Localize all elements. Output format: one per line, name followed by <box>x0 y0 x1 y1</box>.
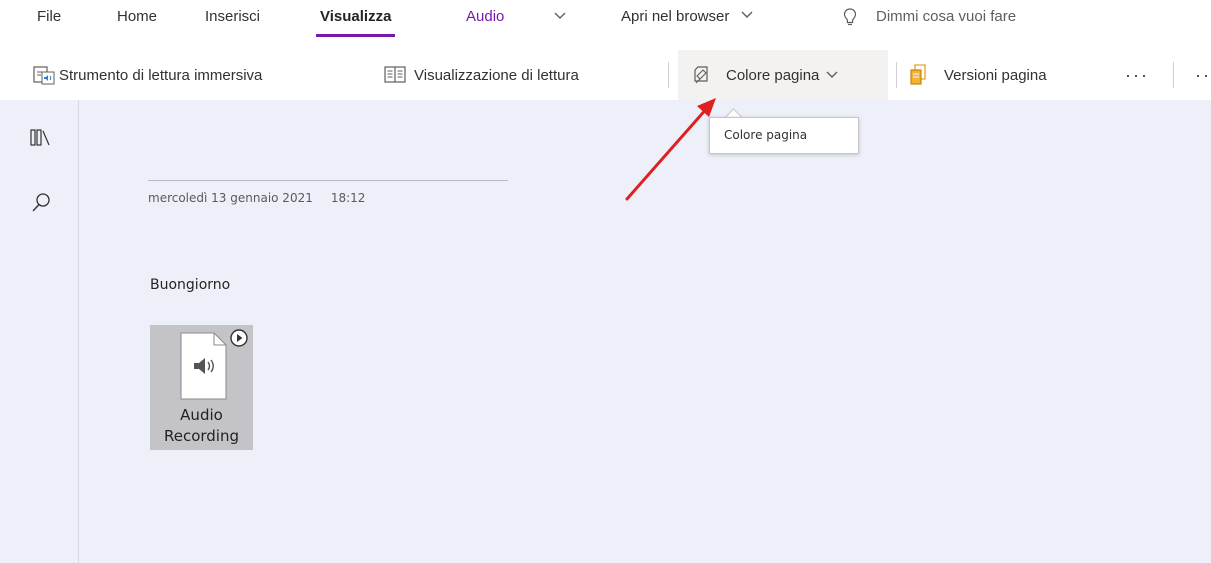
more-commands-button[interactable]: ··· <box>1195 50 1211 100</box>
ribbon-tabs: File Home Inserisci Visualizza Audio Apr… <box>0 0 1211 44</box>
page-color-icon <box>694 66 708 84</box>
audio-recording-label: Audio Recording <box>150 405 253 447</box>
immersive-reader-icon <box>33 66 55 85</box>
immersive-reader-label: Strumento di lettura immersiva <box>59 66 263 84</box>
search-icon[interactable] <box>30 192 52 214</box>
page-color-tooltip: Colore pagina <box>709 117 859 154</box>
title-underline <box>148 180 508 181</box>
chevron-down-icon <box>826 71 838 78</box>
audio-label-line-2: Recording <box>163 427 240 445</box>
immersive-reader-button[interactable]: Strumento di lettura immersiva <box>33 50 262 100</box>
audio-file-icon <box>180 332 227 400</box>
more-options-button[interactable]: ··· <box>1125 50 1149 100</box>
open-in-browser-label: Apri nel browser <box>621 8 730 25</box>
chevron-down-icon <box>741 11 753 18</box>
play-icon[interactable] <box>229 328 249 348</box>
tab-insert[interactable]: Inserisci <box>205 8 260 25</box>
audio-label-line-1: Audio <box>180 406 223 424</box>
reading-view-label: Visualizzazione di lettura <box>414 66 579 84</box>
reading-view-button[interactable]: Visualizzazione di lettura <box>384 50 579 100</box>
tab-file[interactable]: File <box>37 8 61 25</box>
ribbon-separator <box>668 62 669 88</box>
page-versions-label: Versioni pagina <box>944 66 1047 84</box>
audio-recording-attachment[interactable]: Audio Recording <box>150 325 253 450</box>
page-color-label: Colore pagina <box>726 66 820 84</box>
page-time: 18:12 <box>330 191 366 205</box>
page-canvas[interactable]: mercoledì 13 gennaio 2021 18:12 Buongiorn… <box>0 100 1211 563</box>
notebooks-icon[interactable] <box>30 128 52 148</box>
chevron-down-icon <box>554 12 566 19</box>
ribbon-separator <box>1173 62 1174 88</box>
book-icon <box>384 66 406 83</box>
page-color-button[interactable]: Colore pagina <box>678 50 888 100</box>
page-versions-button[interactable]: Versioni pagina <box>908 50 1047 100</box>
note-paragraph[interactable]: Buongiorno <box>150 277 230 293</box>
page-timestamp: mercoledì 13 gennaio 2021 18:12 <box>148 191 365 205</box>
tab-home[interactable]: Home <box>117 8 157 25</box>
lightbulb-icon <box>843 8 857 26</box>
ribbon-separator <box>896 62 897 88</box>
ribbon-commands: Strumento di lettura immersiva Visualizz… <box>0 50 1211 100</box>
open-in-browser-button[interactable]: Apri nel browser <box>621 8 754 25</box>
page-date: mercoledì 13 gennaio 2021 <box>148 191 313 205</box>
tab-audio[interactable]: Audio <box>466 8 504 25</box>
tab-view[interactable]: Visualizza <box>315 8 396 37</box>
tell-me-search[interactable]: Dimmi cosa vuoi fare <box>876 8 1016 25</box>
navigation-rail <box>0 100 79 563</box>
page-versions-icon <box>910 64 926 85</box>
tabs-overflow-chevron[interactable] <box>553 8 567 26</box>
